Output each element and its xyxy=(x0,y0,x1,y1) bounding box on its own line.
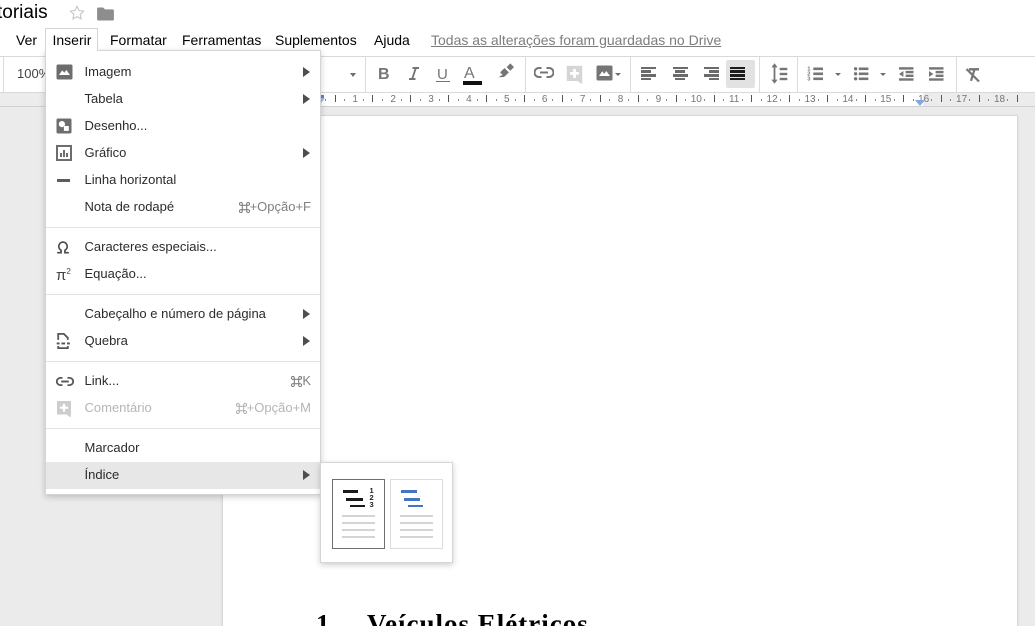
svg-text:3: 3 xyxy=(807,77,811,82)
